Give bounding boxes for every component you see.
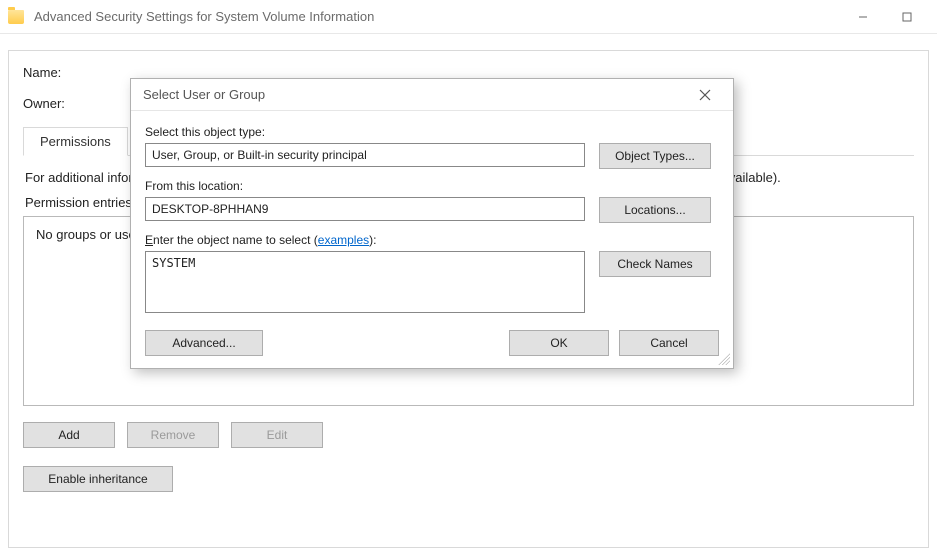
folder-icon [8, 10, 24, 24]
main-window-title: Advanced Security Settings for System Vo… [34, 9, 374, 24]
resize-grip-icon[interactable] [718, 353, 730, 365]
location-field[interactable] [145, 197, 585, 221]
main-titlebar: Advanced Security Settings for System Vo… [0, 0, 937, 34]
object-name-label: Enter the object name to select (example… [145, 233, 719, 247]
minimize-button[interactable] [841, 0, 885, 34]
location-label: From this location: [145, 179, 719, 193]
advanced-button[interactable]: Advanced... [145, 330, 263, 356]
owner-label: Owner: [23, 96, 133, 111]
object-name-input[interactable] [145, 251, 585, 313]
add-button[interactable]: Add [23, 422, 115, 448]
cancel-button[interactable]: Cancel [619, 330, 719, 356]
maximize-button[interactable] [885, 0, 929, 34]
tab-permissions[interactable]: Permissions [23, 127, 128, 156]
dialog-titlebar: Select User or Group [131, 79, 733, 111]
examples-link[interactable]: examples [318, 233, 369, 247]
edit-button[interactable]: Edit [231, 422, 323, 448]
ok-button[interactable]: OK [509, 330, 609, 356]
remove-button[interactable]: Remove [127, 422, 219, 448]
check-names-button[interactable]: Check Names [599, 251, 711, 277]
dialog-close-button[interactable] [689, 79, 721, 111]
locations-button[interactable]: Locations... [599, 197, 711, 223]
object-type-label: Select this object type: [145, 125, 719, 139]
object-type-field[interactable] [145, 143, 585, 167]
select-user-or-group-dialog: Select User or Group Select this object … [130, 78, 734, 369]
name-label: Name: [23, 65, 133, 80]
enable-inheritance-button[interactable]: Enable inheritance [23, 466, 173, 492]
object-types-button[interactable]: Object Types... [599, 143, 711, 169]
dialog-title: Select User or Group [143, 87, 265, 102]
